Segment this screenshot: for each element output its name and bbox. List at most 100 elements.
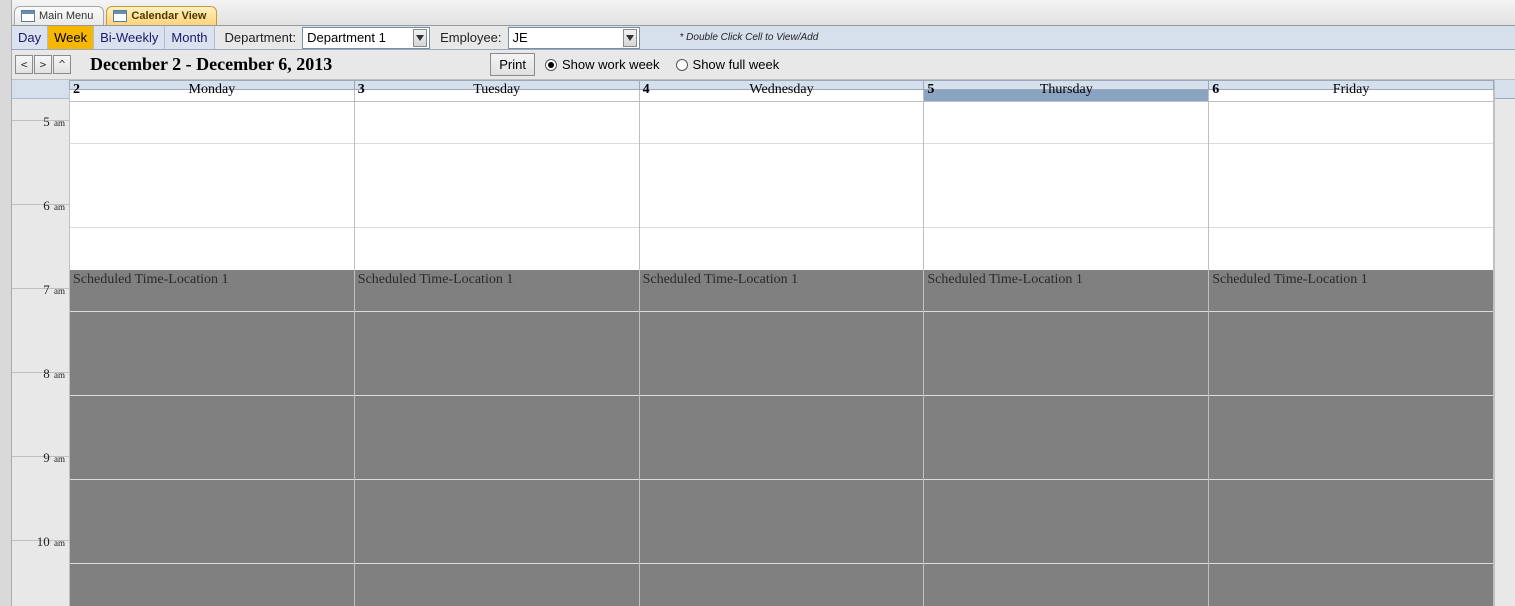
- hour-row: [69, 438, 1494, 522]
- next-button[interactable]: >: [34, 55, 52, 74]
- scroll-header-blank: [1495, 80, 1515, 99]
- hour-row: [69, 354, 1494, 438]
- hour-cell[interactable]: [69, 438, 355, 522]
- day-name: Tuesday: [473, 82, 520, 98]
- hour-cell[interactable]: Scheduled Time-Location 1: [640, 270, 925, 354]
- time-slot: 6 am: [12, 205, 69, 289]
- day-header[interactable]: 5Thursday: [924, 80, 1209, 90]
- chevron-down-icon: [413, 29, 427, 47]
- hour-cell[interactable]: [924, 354, 1209, 438]
- event-label: Scheduled Time-Location 1: [643, 272, 799, 288]
- hour-cell[interactable]: [69, 102, 355, 186]
- tab-label: Main Menu: [39, 10, 93, 22]
- department-value: Department 1: [307, 30, 407, 45]
- event-label: Scheduled Time-Location 1: [358, 272, 514, 288]
- day-number: 2: [73, 82, 80, 98]
- hour-cell[interactable]: [69, 186, 355, 270]
- time-label: 9 am: [43, 450, 65, 466]
- hour-cell[interactable]: [1209, 438, 1494, 522]
- time-column: 5 am6 am7 am8 am9 am10 am: [12, 80, 69, 606]
- hour-cell[interactable]: [924, 522, 1209, 606]
- employee-value: JE: [513, 30, 617, 45]
- day-name: Monday: [189, 82, 236, 98]
- hour-cell[interactable]: [355, 354, 640, 438]
- view-day-button[interactable]: Day: [12, 26, 48, 49]
- hour-cell[interactable]: Scheduled Time-Location 1: [1209, 270, 1494, 354]
- up-button[interactable]: ^: [53, 55, 71, 74]
- time-label: 7 am: [43, 282, 65, 298]
- hour-cell[interactable]: [924, 438, 1209, 522]
- hour-cell[interactable]: [355, 186, 640, 270]
- day-number: 5: [927, 82, 934, 98]
- time-slot: 10 am: [12, 541, 69, 606]
- hour-cell[interactable]: [640, 186, 925, 270]
- day-name: Thursday: [1040, 82, 1093, 98]
- view-toolbar: Day Week Bi-Weekly Month Department: Dep…: [12, 26, 1515, 50]
- radio-icon: [676, 59, 688, 71]
- day-name: Wednesday: [749, 82, 813, 98]
- hour-cell[interactable]: [69, 354, 355, 438]
- day-name: Friday: [1333, 82, 1370, 98]
- scrollbar-vertical[interactable]: [1494, 80, 1515, 606]
- hour-cell[interactable]: Scheduled Time-Location 1: [69, 270, 355, 354]
- day-header[interactable]: 4Wednesday: [640, 80, 925, 90]
- event-label: Scheduled Time-Location 1: [73, 272, 229, 288]
- hour-cell[interactable]: [355, 522, 640, 606]
- tab-main-menu[interactable]: Main Menu: [14, 6, 104, 25]
- view-week-button[interactable]: Week: [48, 26, 94, 49]
- hour-cell[interactable]: [924, 102, 1209, 186]
- time-label: 5 am: [43, 114, 65, 130]
- hour-row: [69, 186, 1494, 270]
- hour-cell[interactable]: [640, 102, 925, 186]
- hour-cell[interactable]: [1209, 522, 1494, 606]
- event-label: Scheduled Time-Location 1: [1212, 272, 1368, 288]
- hour-row: Scheduled Time-Location 1 Scheduled Time-…: [69, 270, 1494, 354]
- calendar-grid: 2Monday3Tuesday4Wednesday5Thursday6Frida…: [69, 80, 1494, 606]
- radio-label: Show work week: [562, 57, 660, 72]
- employee-label: Employee:: [430, 26, 507, 49]
- hour-cell[interactable]: Scheduled Time-Location 1: [355, 270, 640, 354]
- day-header[interactable]: 3Tuesday: [355, 80, 640, 90]
- hour-cell[interactable]: [640, 438, 925, 522]
- hour-cell[interactable]: [355, 102, 640, 186]
- tab-calendar-view[interactable]: Calendar View: [106, 6, 217, 25]
- time-label: 8 am: [43, 366, 65, 382]
- hour-cell[interactable]: [1209, 102, 1494, 186]
- print-button[interactable]: Print: [490, 53, 535, 76]
- time-slot: 5 am: [12, 121, 69, 205]
- hour-cell[interactable]: [69, 522, 355, 606]
- day-header[interactable]: 6Friday: [1209, 80, 1494, 90]
- date-range-title: December 2 - December 6, 2013: [90, 54, 332, 75]
- prev-button[interactable]: <: [15, 55, 33, 74]
- hour-cell[interactable]: [355, 438, 640, 522]
- hour-row: [69, 102, 1494, 186]
- hour-cell[interactable]: [640, 522, 925, 606]
- week-radio-group: Show work week Show full week: [545, 57, 779, 72]
- hour-cell[interactable]: [640, 354, 925, 438]
- radio-full-week[interactable]: Show full week: [676, 57, 780, 72]
- employee-select[interactable]: JE: [508, 27, 640, 49]
- day-number: 4: [643, 82, 650, 98]
- hour-cell[interactable]: [1209, 186, 1494, 270]
- view-month-button[interactable]: Month: [165, 26, 214, 49]
- form-icon: [113, 10, 127, 22]
- time-label: 6 am: [43, 198, 65, 214]
- hour-cell[interactable]: [924, 186, 1209, 270]
- calendar: 5 am6 am7 am8 am9 am10 am 2Monday3Tuesda…: [12, 80, 1515, 606]
- tab-strip: Main Menu Calendar View: [12, 0, 1515, 26]
- hour-cell[interactable]: [1209, 354, 1494, 438]
- event-label: Scheduled Time-Location 1: [927, 272, 1083, 288]
- radio-work-week[interactable]: Show work week: [545, 57, 660, 72]
- hour-cell[interactable]: Scheduled Time-Location 1: [924, 270, 1209, 354]
- day-number: 6: [1212, 82, 1219, 98]
- form-icon: [21, 10, 35, 22]
- department-label: Department:: [215, 26, 303, 49]
- department-select[interactable]: Department 1: [302, 27, 430, 49]
- main-panel: Main Menu Calendar View Day Week Bi-Week…: [12, 0, 1515, 606]
- time-slot: 9 am: [12, 457, 69, 541]
- radio-label: Show full week: [693, 57, 780, 72]
- view-biweekly-button[interactable]: Bi-Weekly: [94, 26, 165, 49]
- time-slot: 7 am: [12, 289, 69, 373]
- day-header[interactable]: 2Monday: [69, 80, 355, 90]
- hint-text: * Double Click Cell to View/Add: [680, 32, 819, 43]
